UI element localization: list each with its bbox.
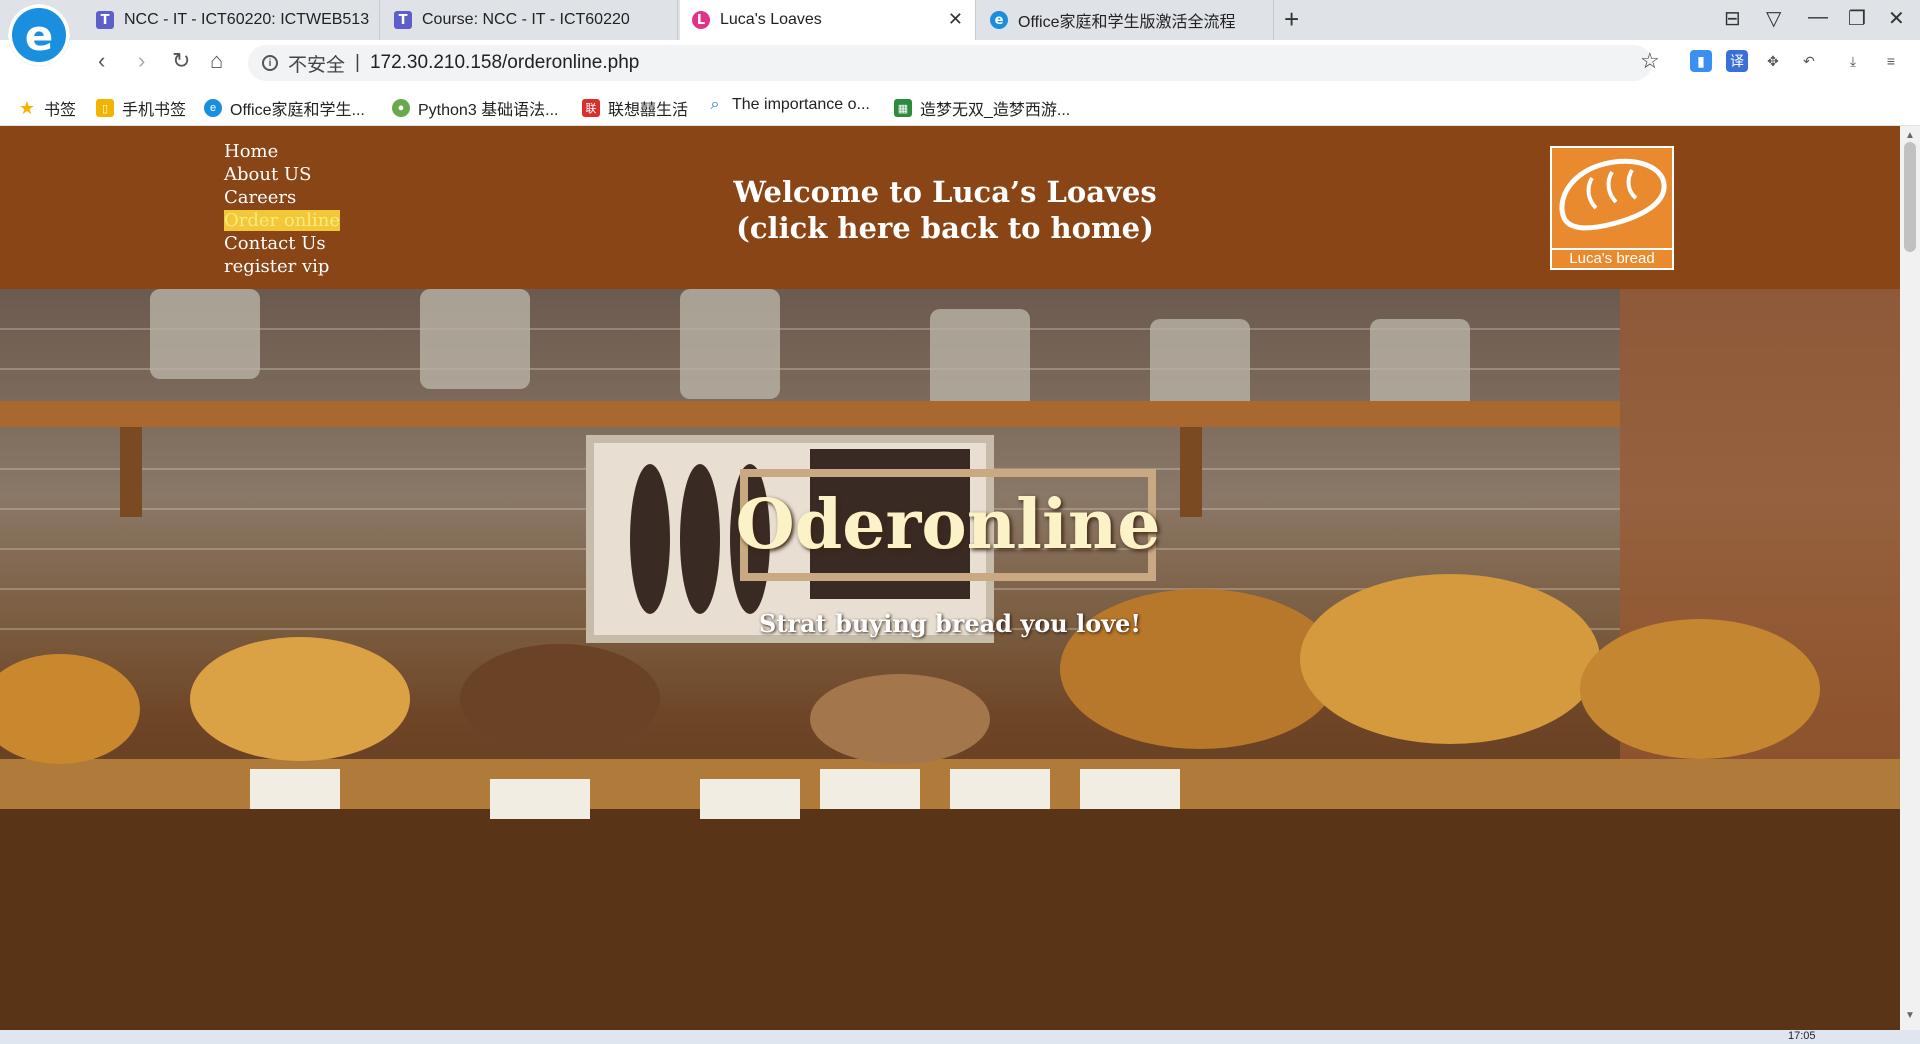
menu-icon[interactable]: ≡ (1880, 50, 1902, 72)
forward-icon[interactable]: › (138, 48, 145, 74)
phone-icon: ▯ (96, 99, 114, 117)
bookmark-item[interactable]: ⌕ The importance o... (706, 96, 870, 114)
page-scrollbar[interactable]: ▲ ▼ (1900, 126, 1920, 1030)
tab-title: Course: NCC - IT - ICT60220 (422, 11, 630, 28)
bookmark-item[interactable]: ▦ 造梦无双_造梦西游... (894, 96, 1070, 120)
nav-home[interactable]: Home (224, 140, 340, 163)
browser-logo-icon[interactable]: e (8, 4, 70, 66)
tab-bar: e T NCC - IT - ICT60220: ICTWEB513 T Cou… (0, 0, 1920, 66)
url-separator: | (355, 52, 360, 73)
lenovo-icon: 联 (582, 99, 600, 117)
tab-title: Luca's Loaves (720, 11, 822, 28)
teams-icon: T (394, 11, 412, 29)
nav-about-us[interactable]: About US (224, 163, 340, 186)
tab-manager-icon[interactable]: ⊟ (1724, 6, 1741, 31)
page-viewport: Home About US Careers Order online Conta… (0, 126, 1900, 1030)
browser-e-icon: e (204, 99, 222, 117)
bookmark-item[interactable]: 联 联想囍生活 (582, 96, 688, 120)
bakery-shelves-image (0, 289, 1900, 1030)
bookmark-label: The importance o... (732, 96, 870, 113)
lucas-bread-logo: Luca's bread (1550, 146, 1674, 270)
address-bar-row: ‹ › ↻ ⌂ i 不安全 | 172.30.210.158/orderonli… (0, 40, 1920, 88)
teams-icon: T (96, 11, 114, 29)
new-tab-button[interactable]: + (1284, 4, 1299, 35)
scroll-up-icon[interactable]: ▲ (1905, 130, 1915, 141)
url-field[interactable]: i 不安全 | 172.30.210.158/orderonline.php (248, 45, 1652, 81)
tab-title: Office家庭和学生版激活全流程 (1018, 14, 1236, 31)
site-favicon-icon: L (692, 11, 710, 29)
translate-icon[interactable]: 译 (1726, 50, 1748, 72)
bookmark-star-icon[interactable]: ☆ (1640, 48, 1660, 74)
bookmarks-bar: ★ 书签 ▯ 手机书签 e Office家庭和学生... ● Python3 基… (0, 88, 1920, 126)
welcome-title: Welcome to Luca’s Loaves (733, 175, 1157, 209)
puzzle-extensions-icon[interactable]: ✥ (1762, 50, 1784, 72)
welcome-home-link[interactable]: Welcome to Luca’s Loaves (click here bac… (620, 174, 1270, 246)
info-icon[interactable]: i (262, 55, 278, 71)
os-taskbar: 17:05 (0, 1030, 1920, 1044)
hero-title: Oderonline (735, 469, 1161, 581)
logo-caption: Luca's bread (1552, 248, 1672, 268)
search-icon: ⌕ (710, 96, 720, 113)
bookmark-label: 造梦无双_造梦西游... (920, 102, 1071, 119)
bookmark-label: 手机书签 (122, 102, 187, 119)
nav-register-vip[interactable]: register vip (224, 255, 340, 278)
browser-e-icon: e (990, 11, 1008, 29)
download-icon[interactable]: ⤓ (1842, 50, 1864, 72)
bookmark-label: Python3 基础语法... (418, 102, 559, 119)
close-tab-icon[interactable]: ✕ (948, 9, 963, 30)
bookmark-item[interactable]: ▯ 手机书签 (96, 96, 186, 120)
reload-icon[interactable]: ↻ (172, 48, 190, 74)
back-icon[interactable]: ‹ (98, 48, 105, 74)
tab-lucas-loaves[interactable]: L Luca's Loaves ✕ (680, 0, 976, 40)
bookmark-label: 联想囍生活 (608, 102, 689, 119)
site-nav: Home About US Careers Order online Conta… (224, 140, 341, 278)
bookmark-item[interactable]: ★ 书签 (18, 96, 76, 120)
bread-loaf-icon (1559, 158, 1667, 231)
bookmark-label: 书签 (44, 102, 77, 119)
tab-office-activation[interactable]: e Office家庭和学生版激活全流程 (978, 0, 1274, 40)
game-icon: ▦ (894, 99, 912, 117)
nav-careers[interactable]: Careers (224, 186, 340, 209)
restore-icon[interactable]: ❐ (1848, 6, 1866, 31)
taskbar-clock: 17:05 (1788, 1030, 1816, 1042)
tab-course-ncc-ict60220[interactable]: T Course: NCC - IT - ICT60220 (382, 0, 678, 40)
hero-subtitle: Strat buying bread you love! (759, 609, 1141, 638)
undo-icon[interactable]: ↶ (1798, 50, 1820, 72)
welcome-subtitle: (click here back to home) (736, 211, 1154, 245)
url-text: 172.30.210.158/orderonline.php (369, 52, 640, 73)
bookmark-item[interactable]: ● Python3 基础语法... (392, 96, 559, 120)
extension-icon[interactable]: ▮ (1690, 50, 1712, 72)
bookmark-label: Office家庭和学生... (230, 102, 365, 119)
scroll-thumb[interactable] (1904, 142, 1916, 252)
site-header: Home About US Careers Order online Conta… (0, 126, 1900, 289)
nav-contact-us[interactable]: Contact Us (224, 232, 340, 255)
security-label: 不安全 (288, 54, 346, 76)
star-icon: ★ (18, 97, 36, 118)
minimize-icon[interactable]: — (1808, 6, 1828, 29)
tab-ncc-ict60220-ictweb513[interactable]: T NCC - IT - ICT60220: ICTWEB513 (84, 0, 380, 40)
skin-icon[interactable]: ▽ (1766, 6, 1781, 31)
bookmark-item[interactable]: e Office家庭和学生... (204, 96, 365, 120)
hero-banner: Oderonline Strat buying bread you love! (0, 289, 1900, 1030)
scroll-down-icon[interactable]: ▼ (1905, 1010, 1915, 1021)
close-window-icon[interactable]: ✕ (1888, 6, 1905, 31)
python-icon: ● (392, 99, 410, 117)
nav-order-online[interactable]: Order online (224, 209, 341, 232)
tab-title: NCC - IT - ICT60220: ICTWEB513 (124, 11, 370, 28)
home-icon[interactable]: ⌂ (210, 48, 223, 74)
